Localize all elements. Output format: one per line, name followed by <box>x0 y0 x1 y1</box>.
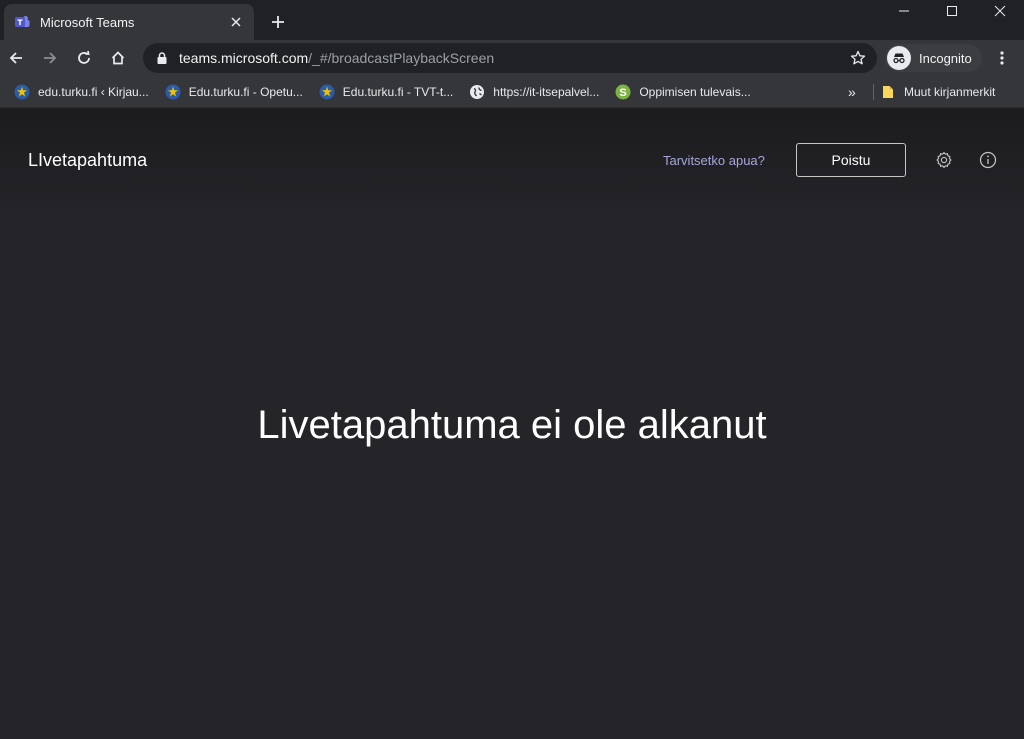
bookmark-star-icon[interactable] <box>849 49 867 67</box>
bookmark-label: https://it-itsepalvel... <box>493 84 600 99</box>
incognito-label: Incognito <box>919 50 972 66</box>
teams-icon <box>14 14 30 30</box>
url-path: /_#/broadcastPlaybackScreen <box>308 50 495 66</box>
teams-page: LIvetapahtuma Tarvitsetko apua? Poistu L… <box>0 109 1024 739</box>
home-button[interactable] <box>102 42 134 74</box>
other-bookmarks-label: Muut kirjanmerkit <box>904 85 996 99</box>
gear-icon <box>936 151 952 169</box>
settings-button[interactable] <box>934 150 954 170</box>
window-controls <box>880 0 1024 30</box>
bookmarks-divider <box>873 84 874 100</box>
bookmark-item[interactable]: Edu.turku.fi - Opetu... <box>159 78 309 106</box>
globe-icon <box>469 84 485 100</box>
bookmark-label: edu.turku.fi ‹ Kirjau... <box>38 84 149 99</box>
forward-button[interactable] <box>34 42 66 74</box>
info-icon <box>979 151 997 169</box>
tab-strip: Microsoft Teams <box>0 0 1024 40</box>
reload-button[interactable] <box>68 42 100 74</box>
bookmark-item[interactable]: Edu.turku.fi - TVT-t... <box>313 78 459 106</box>
event-status-message: Livetapahtuma ei ole alkanut <box>257 403 767 447</box>
close-icon[interactable] <box>228 14 244 30</box>
address-bar[interactable]: teams.microsoft.com/_#/broadcastPlayback… <box>143 43 877 73</box>
bookmarks-bar: edu.turku.fi ‹ Kirjau... Edu.turku.fi - … <box>0 76 1024 108</box>
turku-icon <box>14 84 30 100</box>
window-close-button[interactable] <box>976 0 1024 22</box>
back-arrow-icon <box>9 52 22 64</box>
s-icon: S <box>615 84 631 100</box>
incognito-indicator[interactable]: Incognito <box>885 44 982 72</box>
kebab-menu-icon <box>1000 51 1004 65</box>
maximize-icon <box>947 6 957 16</box>
folder-icon <box>880 84 896 100</box>
turku-icon <box>165 84 181 100</box>
back-button[interactable] <box>0 42 32 74</box>
browser-toolbar: teams.microsoft.com/_#/broadcastPlayback… <box>0 40 1024 76</box>
lock-icon[interactable] <box>155 51 169 65</box>
page-title: LIvetapahtuma <box>28 150 148 170</box>
browser-menu-button[interactable] <box>990 46 1014 70</box>
incognito-icon <box>887 46 911 70</box>
maximize-button[interactable] <box>928 0 976 22</box>
svg-text:S: S <box>620 87 627 99</box>
bookmark-item[interactable]: https://it-itsepalvel... <box>463 78 605 106</box>
info-button[interactable] <box>978 150 998 170</box>
window-close-icon <box>994 5 1006 17</box>
tab-title: Microsoft Teams <box>40 14 135 30</box>
other-bookmarks-folder[interactable]: Muut kirjanmerkit <box>880 78 995 106</box>
bookmark-label: Oppimisen tulevais... <box>639 84 751 99</box>
turku-icon <box>319 84 335 100</box>
bookmark-item[interactable]: edu.turku.fi ‹ Kirjau... <box>8 78 155 106</box>
app-header: LIvetapahtuma Tarvitsetko apua? Poistu <box>0 109 1024 211</box>
forward-arrow-icon <box>44 52 57 64</box>
bookmarks-overflow-button[interactable]: » <box>848 78 856 106</box>
url-text[interactable]: teams.microsoft.com/_#/broadcastPlayback… <box>179 50 849 66</box>
new-tab-button[interactable] <box>264 8 292 36</box>
bookmark-item[interactable]: S Oppimisen tulevais... <box>609 78 756 106</box>
bookmark-label: Edu.turku.fi - Opetu... <box>188 84 303 99</box>
help-link[interactable]: Tarvitsetko apua? <box>663 153 765 168</box>
reload-icon <box>78 50 90 64</box>
home-icon <box>111 51 125 65</box>
browser-tab[interactable]: Microsoft Teams <box>4 4 254 40</box>
url-host: teams.microsoft.com <box>179 50 309 66</box>
minimize-icon <box>899 10 909 12</box>
plus-icon <box>272 16 284 28</box>
minimize-button[interactable] <box>880 0 928 22</box>
bookmark-label: Edu.turku.fi - TVT-t... <box>342 84 454 99</box>
leave-button[interactable]: Poistu <box>796 143 906 177</box>
